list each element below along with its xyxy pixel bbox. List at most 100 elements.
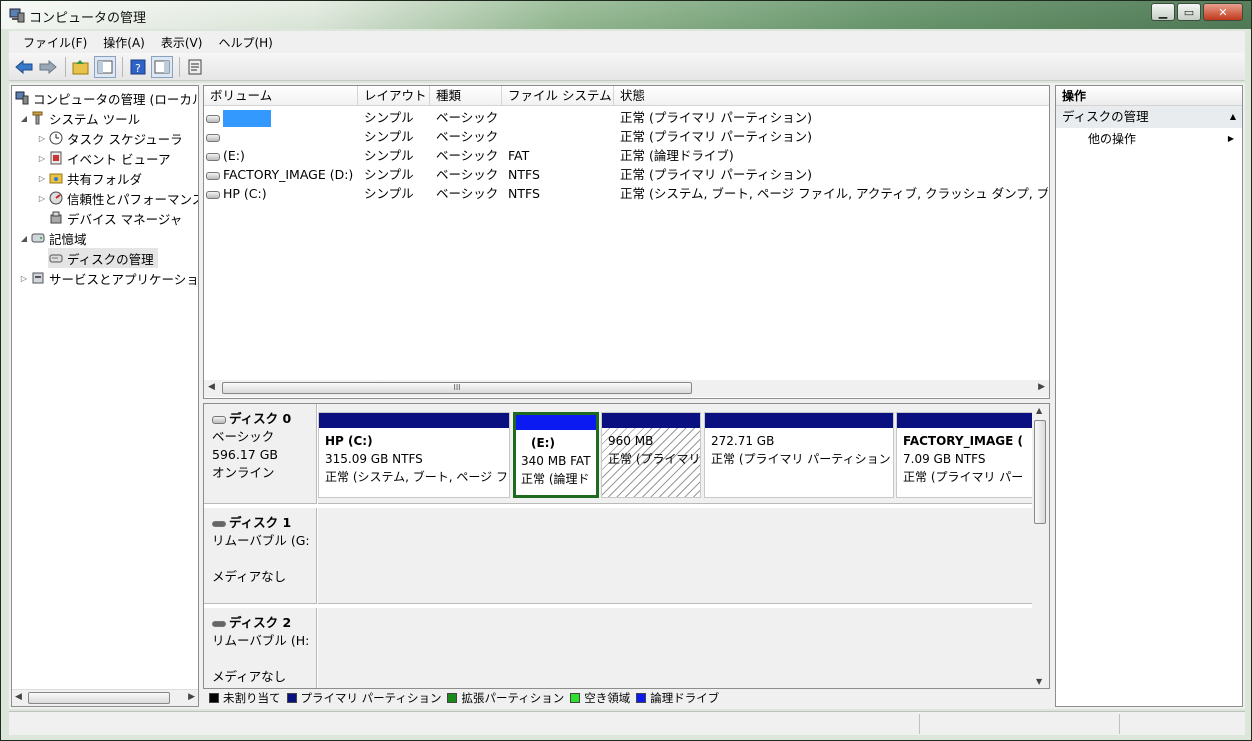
column-header-status[interactable]: 状態 (614, 86, 1049, 106)
column-header-layout[interactable]: レイアウト (358, 86, 430, 106)
tree-expand-arrow-icon[interactable]: ▷ (36, 174, 48, 183)
tree-item-disk-management[interactable]: ディスクの管理 (48, 248, 158, 268)
tree-item-shared-folders[interactable]: ▷ 共有フォルダ (36, 168, 142, 188)
legend-logical: 論理ドライブ (636, 690, 719, 706)
tree-item-storage[interactable]: ◢ 記憶域 (18, 228, 87, 248)
menu-file[interactable]: ファイル(F) (15, 34, 95, 51)
title-bar[interactable]: コンピュータの管理 ▁ ▭ ✕ (1, 1, 1251, 29)
volume-type-cell: ベーシック (436, 167, 499, 182)
tree-scroll-thumb[interactable] (28, 692, 170, 704)
tree-expand-arrow-icon[interactable]: ▷ (36, 194, 48, 203)
volume-row[interactable]: HP (C:) シンプル ベーシック NTFS 正常 (システム, ブート, ペ… (204, 184, 1049, 203)
tree-expand-arrow-icon[interactable]: ◢ (18, 114, 30, 123)
help-icon[interactable]: ? (127, 56, 149, 78)
minimize-button[interactable]: ▁ (1151, 3, 1175, 21)
legend-swatch (286, 693, 297, 703)
event-viewer-icon (48, 150, 64, 166)
volume-type-cell: ベーシック (436, 186, 499, 201)
actions-group-label: ディスクの管理 (1062, 109, 1149, 124)
maximize-button[interactable]: ▭ (1177, 3, 1201, 21)
volume-name-cell: HP (C:) (206, 184, 356, 203)
partition-960mb[interactable]: 960 MB 正常 (プライマリ (601, 412, 701, 498)
volume-row[interactable]: (E:) シンプル ベーシック FAT 正常 (論理ドライブ) (204, 146, 1049, 165)
show-hide-console-tree-icon[interactable] (94, 55, 116, 78)
tree-item-computer-management[interactable]: コンピュータの管理 (ローカル (14, 88, 198, 108)
menu-view[interactable]: 表示(V) (153, 34, 211, 51)
disk-0-label[interactable]: ディスク 0 ベーシック 596.17 GB オンライン (204, 404, 317, 504)
computer-management-icon (14, 90, 30, 106)
legend-swatch (447, 693, 458, 703)
scroll-left-icon[interactable]: ◀ (15, 692, 22, 702)
action-more-actions[interactable]: 他の操作 ▶ (1056, 128, 1242, 150)
column-header-volume[interactable]: ボリューム (204, 86, 358, 106)
actions-pane: 操作 ディスクの管理 ▲ 他の操作 ▶ (1055, 85, 1243, 707)
tree-item-reliability-performance[interactable]: ▷ 信頼性とパフォーマンス (36, 188, 198, 208)
volume-list-horizontal-scrollbar[interactable]: ◀ III ▶ (204, 380, 1049, 397)
close-button[interactable]: ✕ (1203, 3, 1243, 21)
volume-icon (206, 133, 220, 142)
partition-e[interactable]: (E:) 340 MB FAT 正常 (論理ド (513, 412, 599, 498)
tree-item-task-scheduler[interactable]: ▷ タスク スケジューラ (36, 128, 183, 148)
volume-layout-cell: シンプル (364, 167, 414, 182)
scroll-left-icon[interactable]: ◀ (208, 382, 215, 392)
tree-item-event-viewer[interactable]: ▷ イベント ビューア (36, 148, 170, 168)
volume-row[interactable]: シンプル ベーシック 正常 (プライマリ パーティション) (204, 108, 1049, 127)
tree-horizontal-scrollbar[interactable]: ◀ ▶ (12, 689, 198, 706)
column-header-type[interactable]: 種類 (430, 86, 502, 106)
tree-item-label: ディスクの管理 (67, 251, 154, 267)
volume-row[interactable]: FACTORY_IMAGE (D:) シンプル ベーシック NTFS 正常 (プ… (204, 165, 1049, 184)
actions-group-disk-management[interactable]: ディスクの管理 ▲ (1056, 106, 1242, 128)
tree-expand-arrow-icon[interactable]: ▷ (36, 154, 48, 163)
scroll-right-icon[interactable]: ▶ (188, 692, 195, 702)
tree-expand-arrow-icon[interactable]: ▷ (18, 274, 30, 283)
partition-272gb[interactable]: 272.71 GB 正常 (プライマリ パーティション (704, 412, 894, 498)
legend-swatch (570, 693, 581, 703)
partition-name: HP (C:) (325, 434, 373, 448)
volume-name-cell: (E:) (206, 146, 356, 165)
shared-folder-icon (48, 170, 64, 186)
properties-icon[interactable] (184, 56, 206, 78)
tree-item-device-manager[interactable]: デバイス マネージャ (48, 208, 182, 228)
status-divider (919, 714, 920, 734)
volume-list-scroll-thumb[interactable]: III (222, 382, 692, 394)
back-icon[interactable] (13, 56, 35, 78)
tree-item-system-tools[interactable]: ◢ システム ツール (18, 108, 140, 128)
tree-item-services-applications[interactable]: ▷ サービスとアプリケーション (18, 268, 198, 288)
legend-primary: プライマリ パーティション (286, 690, 441, 706)
tree-expand-arrow-icon[interactable]: ◢ (18, 234, 30, 243)
volume-fs-cell: NTFS (508, 167, 540, 182)
toolbar: ? (9, 53, 1245, 81)
tree-item-label: 記憶域 (49, 231, 87, 247)
tree-item-label: デバイス マネージャ (67, 211, 183, 227)
column-header-filesystem[interactable]: ファイル システム (502, 86, 614, 106)
partition-hp-c[interactable]: HP (C:) 315.09 GB NTFS 正常 (システム, ブート, ペー… (318, 412, 510, 498)
menu-help[interactable]: ヘルプ(H) (210, 34, 280, 51)
volume-status-cell: 正常 (論理ドライブ) (620, 148, 734, 163)
disk-size (212, 550, 316, 568)
disk-2-area (318, 608, 1033, 688)
tree-expand-arrow-icon[interactable]: ▷ (36, 134, 48, 143)
scroll-down-icon[interactable]: ▼ (1036, 677, 1042, 686)
menu-action[interactable]: 操作(A) (95, 34, 153, 51)
collapse-arrow-icon[interactable]: ▲ (1230, 106, 1236, 128)
partition-size: 960 MB (608, 434, 654, 448)
volume-list: ボリューム レイアウト 種類 ファイル システム 状態 シンプル ベーシック 正… (203, 85, 1050, 399)
disk-view-scroll-thumb[interactable] (1034, 420, 1046, 524)
disk-view-vertical-scrollbar[interactable]: ▲ ▼ (1032, 404, 1049, 688)
volume-status-cell: 正常 (プライマリ パーティション) (620, 110, 812, 125)
disk-2-label[interactable]: ディスク 2 リムーバブル (H: メディアなし (204, 608, 317, 688)
disk-state: オンライン (212, 465, 275, 480)
scroll-right-icon[interactable]: ▶ (1038, 382, 1045, 392)
partition-type-bar (319, 413, 509, 428)
show-hide-action-pane-icon[interactable] (151, 55, 173, 78)
console-tree: コンピュータの管理 (ローカル ◢ システム ツール ▷ タスク スケジューラ … (11, 85, 199, 707)
volume-row[interactable]: シンプル ベーシック 正常 (プライマリ パーティション) (204, 127, 1049, 146)
disk-type: リムーバブル (G: (212, 533, 310, 548)
up-folder-icon[interactable] (70, 56, 92, 78)
partition-factory-image[interactable]: FACTORY_IMAGE ( 7.09 GB NTFS 正常 (プライマリ パ… (896, 412, 1034, 498)
volume-fs-cell: FAT (508, 148, 530, 163)
scroll-up-icon[interactable]: ▲ (1036, 406, 1042, 415)
forward-icon[interactable] (37, 56, 59, 78)
volume-icon (206, 152, 220, 161)
disk-1-label[interactable]: ディスク 1 リムーバブル (G: メディアなし (204, 508, 317, 604)
